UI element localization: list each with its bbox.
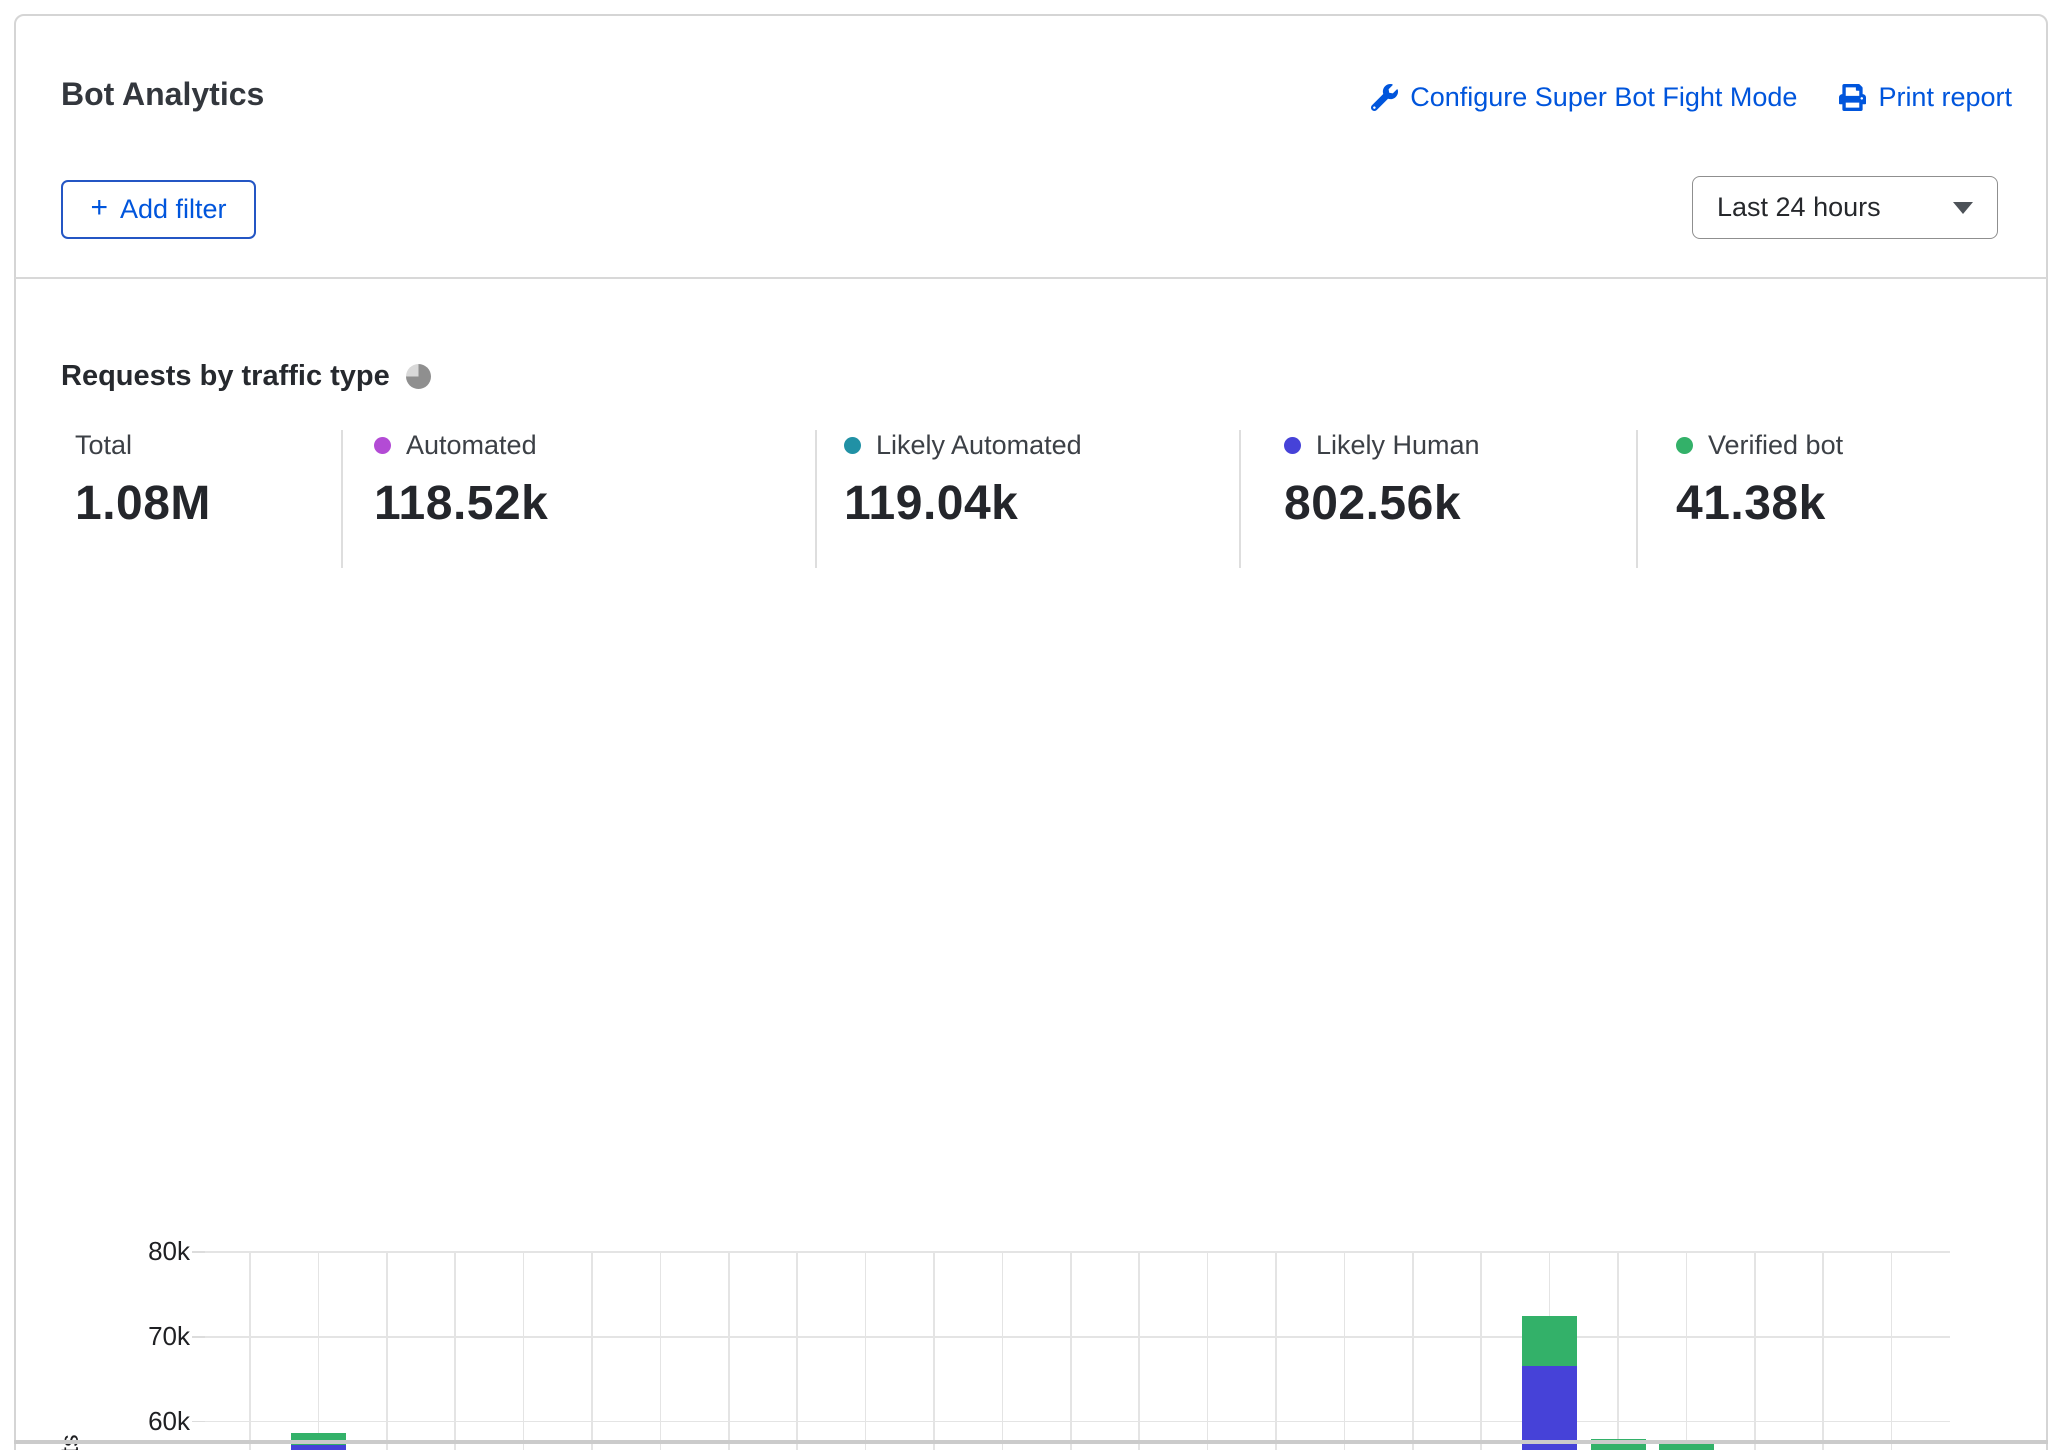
stat-label: Automated <box>406 430 537 461</box>
stat-divider <box>1239 430 1241 568</box>
print-report-link[interactable]: Print report <box>1839 82 2012 113</box>
bar-hour-5[interactable] <box>565 1252 620 1450</box>
page-title: Bot Analytics <box>61 76 264 113</box>
bar-hour-17[interactable] <box>1385 1252 1440 1450</box>
print-link-label: Print report <box>1878 82 2012 113</box>
stat-divider <box>815 430 817 568</box>
bar-segment-verified-bot <box>1659 1444 1714 1450</box>
y-tick-label: 80k <box>100 1236 190 1267</box>
configure-link-label: Configure Super Bot Fight Mode <box>1410 82 1797 113</box>
add-filter-label: Add filter <box>120 194 227 225</box>
stat-label: Likely Automated <box>876 430 1082 461</box>
bar-hour-10[interactable] <box>907 1252 962 1450</box>
y-tick-label: 70k <box>100 1321 190 1352</box>
bar-hour-11[interactable] <box>975 1252 1030 1450</box>
stat-automated: Automated 118.52k <box>374 428 548 531</box>
bar-hour-18[interactable] <box>1454 1252 1509 1450</box>
stat-likely-human: Likely Human 802.56k <box>1284 428 1480 531</box>
requests-chart: Requests 010k20k30k40k50k60k70k80k 11:00… <box>0 600 2062 1440</box>
header-actions: Configure Super Bot Fight Mode Print rep… <box>1371 82 2012 113</box>
bar-hour-13[interactable] <box>1112 1252 1167 1450</box>
legend-dot-icon <box>844 437 861 454</box>
bar-hour-2[interactable] <box>359 1252 414 1450</box>
bar-segment-verified-bot <box>1522 1316 1577 1366</box>
y-tick-mark <box>192 1421 205 1423</box>
bar-hour-12[interactable] <box>1043 1252 1098 1450</box>
bar-hour-22[interactable] <box>1727 1252 1782 1450</box>
stat-value: 1.08M <box>75 476 211 531</box>
stat-label: Verified bot <box>1708 430 1843 461</box>
add-filter-button[interactable]: + Add filter <box>61 180 256 239</box>
bar-segment-likely-human <box>291 1445 346 1450</box>
bar-hour-1[interactable] <box>291 1252 346 1450</box>
bar-hour-15[interactable] <box>1249 1252 1304 1450</box>
chart-plot-area[interactable]: 11:00 AM3:00 PM7:00 PM11:00 PM3:00 AM7:0… <box>205 1252 1950 1450</box>
bar-hour-20[interactable] <box>1591 1252 1646 1450</box>
legend-dot-icon <box>1676 437 1693 454</box>
pie-chart-icon <box>406 364 431 389</box>
stat-verified-bot: Verified bot 41.38k <box>1676 428 1843 531</box>
y-tick-mark <box>192 1251 205 1253</box>
y-tick-label: 60k <box>100 1406 190 1437</box>
legend-dot-icon <box>374 437 391 454</box>
section-title: Requests by traffic type <box>61 360 390 393</box>
stat-total: Total 1.08M <box>75 428 211 531</box>
stat-value: 802.56k <box>1284 476 1480 531</box>
stat-likely-automated: Likely Automated 119.04k <box>844 428 1082 531</box>
bar-hour-9[interactable] <box>838 1252 893 1450</box>
wrench-icon <box>1371 84 1398 111</box>
printer-icon <box>1839 84 1866 111</box>
bar-hour-3[interactable] <box>428 1252 483 1450</box>
stat-value: 119.04k <box>844 476 1082 531</box>
bar-hour-6[interactable] <box>633 1252 688 1450</box>
stat-label: Likely Human <box>1316 430 1480 461</box>
configure-super-bot-fight-mode-link[interactable]: Configure Super Bot Fight Mode <box>1371 82 1797 113</box>
chevron-down-icon <box>1953 202 1973 214</box>
legend-dot-icon <box>1284 437 1301 454</box>
stat-divider <box>341 430 343 568</box>
bar-hour-16[interactable] <box>1317 1252 1372 1450</box>
traffic-type-stats: Total 1.08M Automated 118.52k Likely Automat… <box>0 428 2062 568</box>
time-range-select[interactable]: Last 24 hours <box>1692 176 1998 239</box>
card-bottom-rule <box>14 1440 2048 1444</box>
stat-value: 118.52k <box>374 476 548 531</box>
bar-hour-23[interactable] <box>1796 1252 1851 1450</box>
bar-hour-0[interactable] <box>223 1252 278 1450</box>
time-range-value: Last 24 hours <box>1717 192 1881 223</box>
bar-hour-7[interactable] <box>701 1252 756 1450</box>
stat-value: 41.38k <box>1676 476 1843 531</box>
section-title-row: Requests by traffic type <box>61 360 431 393</box>
bar-hour-21[interactable] <box>1659 1252 1714 1450</box>
bar-hour-4[interactable] <box>496 1252 551 1450</box>
bot-analytics-page: Bot Analytics Configure Super Bot Fight … <box>0 0 2062 1450</box>
header-divider <box>15 277 2047 279</box>
bar-hour-19[interactable] <box>1522 1252 1577 1450</box>
y-tick-mark <box>192 1336 205 1338</box>
bar-hour-24[interactable] <box>1864 1252 1919 1450</box>
plus-icon: + <box>90 191 108 225</box>
bar-hour-14[interactable] <box>1180 1252 1235 1450</box>
bar-hour-8[interactable] <box>770 1252 825 1450</box>
bar-segment-likely-human <box>1522 1366 1577 1450</box>
stat-label: Total <box>75 430 132 461</box>
stat-divider <box>1636 430 1638 568</box>
